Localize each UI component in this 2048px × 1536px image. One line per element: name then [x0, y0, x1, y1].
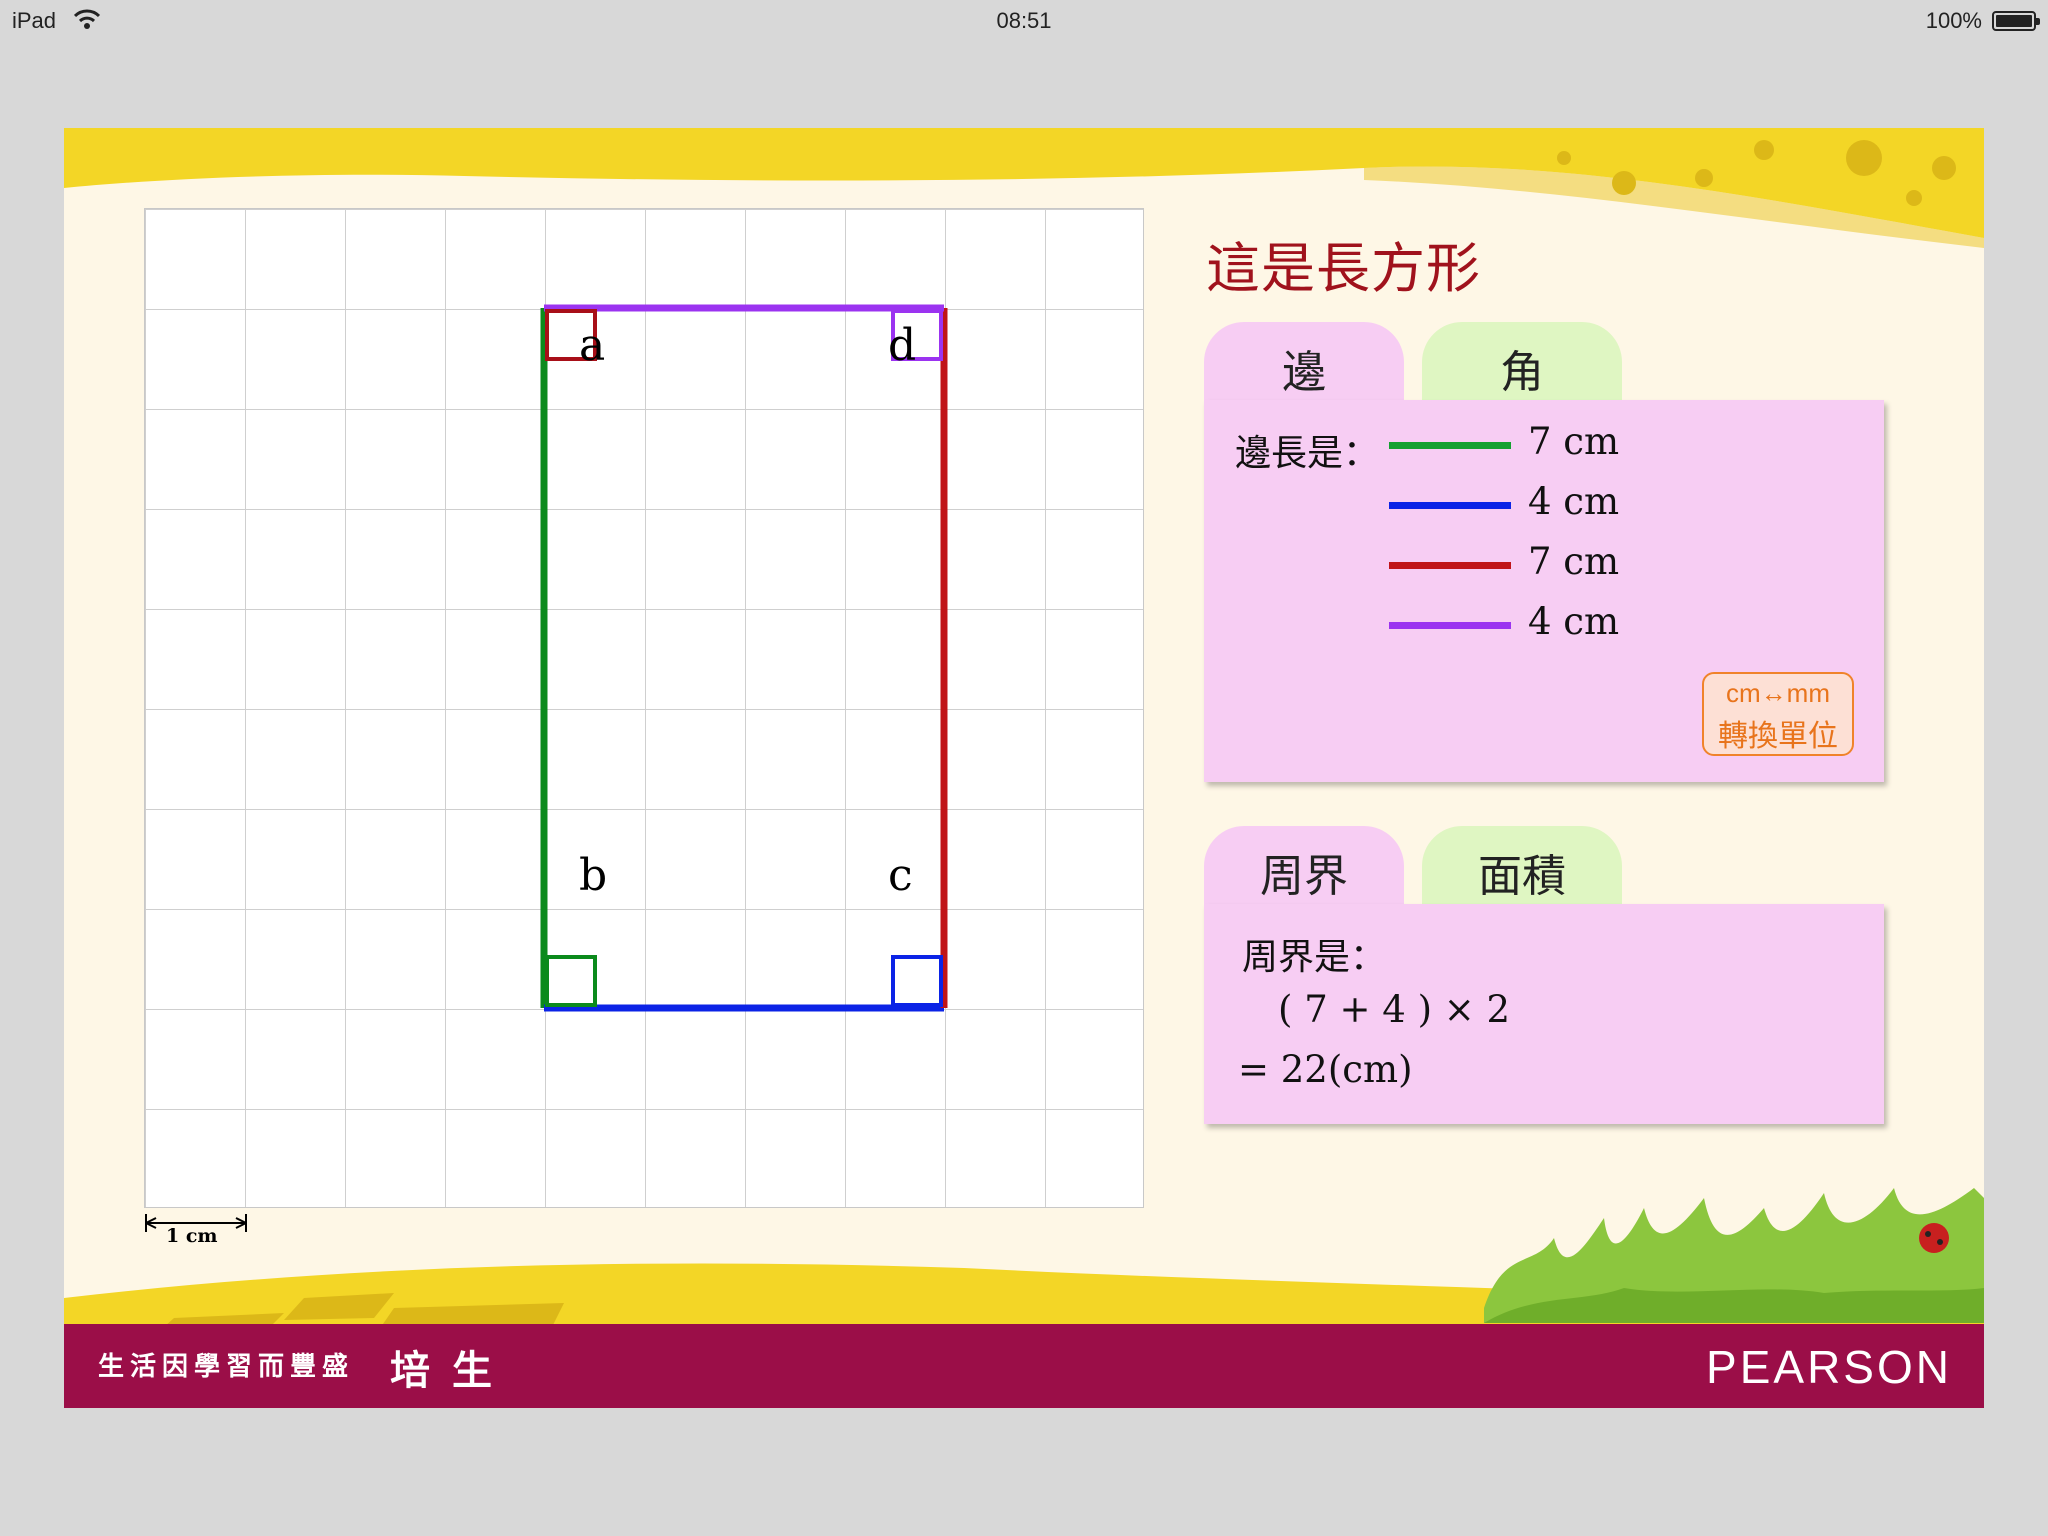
vertex-label-b: b — [579, 850, 608, 901]
side-length: 7 cm — [1528, 540, 1620, 583]
tab-angles[interactable]: 角 — [1422, 322, 1622, 404]
status-bar: iPad 08:51 100% — [0, 0, 2048, 40]
vertex-label-a: a — [579, 320, 606, 371]
side-color-line — [1389, 622, 1511, 629]
tab-sides[interactable]: 邊 — [1204, 322, 1404, 404]
pearson-logo: PEARSON — [1706, 1341, 1952, 1393]
footer-bar: 生活因學習而豐盛 培生 PEARSON — [64, 1324, 1984, 1408]
perimeter-result: = 22(cm) — [1238, 1048, 1413, 1091]
side-length: 4 cm — [1528, 480, 1620, 523]
convert-units-button[interactable]: cm↔mm 轉換單位 — [1702, 672, 1854, 756]
footer-slogan: 生活因學習而豐盛 — [98, 1352, 355, 1382]
page-title: 這是長方形 — [1206, 237, 1481, 300]
side-length: 7 cm — [1528, 420, 1620, 463]
battery-icon — [1992, 11, 2040, 31]
right-angle-marker-c — [891, 955, 943, 1007]
right-angle-marker-b — [545, 955, 597, 1007]
side-color-line — [1389, 502, 1511, 509]
tab-perimeter[interactable]: 周界 — [1204, 826, 1404, 908]
convert-button-label: 轉換單位 — [1718, 719, 1838, 754]
side-color-line — [1389, 442, 1511, 449]
tab-area[interactable]: 面積 — [1422, 826, 1622, 908]
side-color-line — [1389, 562, 1511, 569]
footer-publisher-name: 培生 — [390, 1348, 514, 1394]
scale-label: 1 cm — [166, 1225, 218, 1247]
sides-caption: 邊長是： — [1235, 433, 1380, 474]
clock: 08:51 — [996, 8, 1052, 33]
side-length: 4 cm — [1528, 600, 1620, 643]
vertex-label-d: d — [888, 320, 917, 371]
perimeter-caption: 周界是： — [1242, 937, 1387, 978]
vertex-label-c: c — [888, 850, 913, 901]
app-panel: a b c d 1 cm 這是長方形 邊 角 邊長是： 7 cm 4 cm 7 … — [64, 128, 1984, 1408]
perimeter-expression: ( 7 + 4 ) × 2 — [1278, 988, 1511, 1031]
rectangle-drawing — [540, 304, 948, 1012]
battery-percent: 100% — [1925, 8, 1982, 33]
convert-button-units: cm↔mm — [1726, 678, 1830, 708]
